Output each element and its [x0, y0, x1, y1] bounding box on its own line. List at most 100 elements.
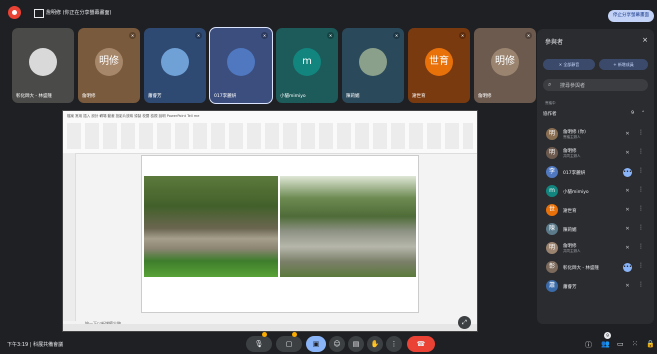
shared-screen: 檔案 常用 插入 設計 轉場 動畫 投影片放映 錄製 校閱 檢視 說明 Powe…: [62, 110, 478, 332]
mic-muted-icon[interactable]: ✕: [623, 206, 632, 215]
present-screen-icon: [34, 9, 44, 18]
avatar: 世育: [425, 47, 453, 76]
mic-muted-icon: ✕: [195, 32, 202, 39]
expand-icon[interactable]: ⤢: [458, 316, 471, 329]
mic-muted-icon: ✕: [327, 32, 334, 39]
mic-muted-icon[interactable]: ✕: [623, 130, 632, 139]
captions-icon: ▤: [352, 340, 360, 348]
speaking-indicator-icon[interactable]: •••: [623, 168, 632, 177]
more-vert-icon: ⋮: [390, 340, 398, 348]
present-icon: ▣: [312, 340, 320, 348]
mic-off-icon: 🎙: [254, 340, 264, 348]
host-controls-icon[interactable]: 🔒: [646, 340, 655, 348]
group-label: 協作者: [543, 112, 557, 117]
participant-row[interactable]: 陳陳莉媚 ✕ ⋮: [543, 220, 648, 239]
participant-name: 陳莉媚: [563, 228, 577, 233]
stop-sharing-button[interactable]: 停止分享螢幕畫面: [608, 10, 654, 22]
leave-call-button[interactable]: ☎: [407, 336, 435, 352]
participant-row[interactable]: 明詹明修 共同主辦人 ✕ ⋮: [543, 239, 648, 258]
participant-row[interactable]: 明詹明修 (你) 會議主辦人 ✕ ⋮: [543, 125, 648, 144]
more-vert-icon[interactable]: ⋮: [638, 243, 644, 250]
meeting-time-title: 下午3:19 | 科展共備會議: [7, 342, 64, 348]
info-icon[interactable]: ⓘ: [585, 340, 592, 350]
participant-tile[interactable]: m 小貓mimiyo ✕: [276, 28, 338, 103]
tile-name: 詹明修: [82, 94, 96, 99]
mic-muted-icon[interactable]: ✕: [623, 187, 632, 196]
more-vert-icon[interactable]: ⋮: [638, 186, 644, 193]
more-vert-icon[interactable]: ⋮: [638, 205, 644, 212]
raise-hand-button[interactable]: ✋: [367, 336, 383, 352]
avatar: [29, 47, 57, 76]
participant-role: 會議主辦人: [563, 135, 581, 139]
search-participants-input[interactable]: ⌕ 搜尋參與者: [543, 79, 648, 91]
mic-muted-icon[interactable]: ✕: [623, 149, 632, 158]
more-vert-icon[interactable]: ⋮: [638, 262, 644, 269]
more-vert-icon[interactable]: ⋮: [638, 129, 644, 136]
participant-tile[interactable]: 彰化師大 - 林盛隆: [12, 28, 74, 103]
participant-tile[interactable]: 明修 詹明修 ✕: [474, 28, 536, 103]
ppt-ribbon-tools: [67, 123, 473, 149]
tile-name: 謝世育: [412, 94, 426, 99]
avatar: 明修: [95, 47, 123, 76]
avatar: 陳: [546, 223, 558, 235]
search-icon: ⌕: [548, 81, 552, 88]
people-icon[interactable]: 👥: [601, 340, 610, 348]
camera-toggle-button[interactable]: ▢: [276, 336, 302, 352]
panel-title: 參與者: [545, 39, 564, 46]
avatar: 明修: [491, 47, 519, 76]
participant-row[interactable]: 彰彰化師大 - 林盛隆 ••• ⋮: [543, 258, 648, 277]
participant-row[interactable]: m 小貓mimiyo ✕ ⋮: [543, 182, 648, 201]
participant-count-badge: 9: [604, 332, 611, 339]
camera-warning-badge: [292, 332, 297, 337]
participant-row[interactable]: 李 017李麗妍 ••• ⋮: [543, 163, 648, 182]
avatar: 明: [546, 128, 558, 140]
mic-muted-icon: ✕: [393, 32, 400, 39]
participants-panel: 參與者 × ✕ 全部靜音 + 新增成員 ⌕ 搜尋參與者 會議中 協作者 9 ⌃ …: [537, 29, 654, 324]
avatar: [161, 47, 189, 76]
avatar: 明: [546, 242, 558, 254]
hand-icon: ✋: [370, 340, 380, 348]
participant-name: 小貓mimiyo: [563, 190, 589, 195]
avatar: [359, 47, 387, 76]
mic-muted-icon[interactable]: ✕: [623, 282, 632, 291]
more-vert-icon[interactable]: ⋮: [638, 148, 644, 155]
participant-tile[interactable]: 明修 詹明修 ✕: [78, 28, 140, 103]
participant-row[interactable]: 明詹明修 共同主辦人 ✕ ⋮: [543, 144, 648, 163]
avatar: 蕭: [546, 280, 558, 292]
in-meeting-label: 會議中: [545, 101, 556, 105]
more-vert-icon[interactable]: ⋮: [638, 281, 644, 288]
mute-all-button[interactable]: ✕ 全部靜音: [543, 59, 595, 70]
add-people-button[interactable]: + 新增成員: [599, 59, 648, 70]
participant-tile[interactable]: 蕭睿芳 ✕: [144, 28, 206, 103]
avatar: [227, 47, 255, 76]
present-now-button[interactable]: ▣: [306, 336, 326, 352]
tile-name: 陳莉媚: [346, 94, 360, 99]
mic-muted-icon[interactable]: ✕: [623, 225, 632, 234]
tile-name: 蕭睿芳: [148, 94, 162, 99]
avatar: m: [293, 47, 321, 76]
group-count: 9: [631, 111, 634, 116]
emoji-button[interactable]: ☺: [329, 336, 345, 352]
participant-tile[interactable]: 017李麗妍 ✕: [209, 27, 273, 104]
captions-button[interactable]: ▤: [348, 336, 364, 352]
more-vert-icon[interactable]: ⋮: [638, 167, 644, 174]
participant-role: 共同主辦人: [563, 154, 581, 158]
activities-icon[interactable]: ⁙: [632, 340, 638, 348]
avatar: 李: [546, 166, 558, 178]
more-vert-icon[interactable]: ⋮: [638, 224, 644, 231]
mic-muted-icon: ✕: [261, 32, 268, 39]
tile-name: 小貓mimiyo: [280, 94, 306, 99]
participant-row[interactable]: 世謝世育 ✕ ⋮: [543, 201, 648, 220]
participant-tile[interactable]: 陳莉媚 ✕: [342, 28, 404, 103]
speaking-indicator-icon[interactable]: •••: [623, 263, 632, 272]
chat-icon[interactable]: ▭: [617, 340, 624, 348]
participant-tile[interactable]: 世育 謝世育 ✕: [408, 28, 470, 103]
mic-toggle-button[interactable]: 🎙: [246, 336, 272, 352]
avatar: 世: [546, 204, 558, 216]
more-options-button[interactable]: ⋮: [386, 336, 402, 352]
mic-muted-icon[interactable]: ✕: [623, 244, 632, 253]
contributors-group-header[interactable]: 協作者 9 ⌃: [543, 111, 648, 121]
participant-row[interactable]: 蕭蕭睿芳 ✕ ⋮: [543, 277, 648, 296]
avatar: 彰: [546, 261, 558, 273]
close-icon[interactable]: ×: [642, 36, 648, 44]
